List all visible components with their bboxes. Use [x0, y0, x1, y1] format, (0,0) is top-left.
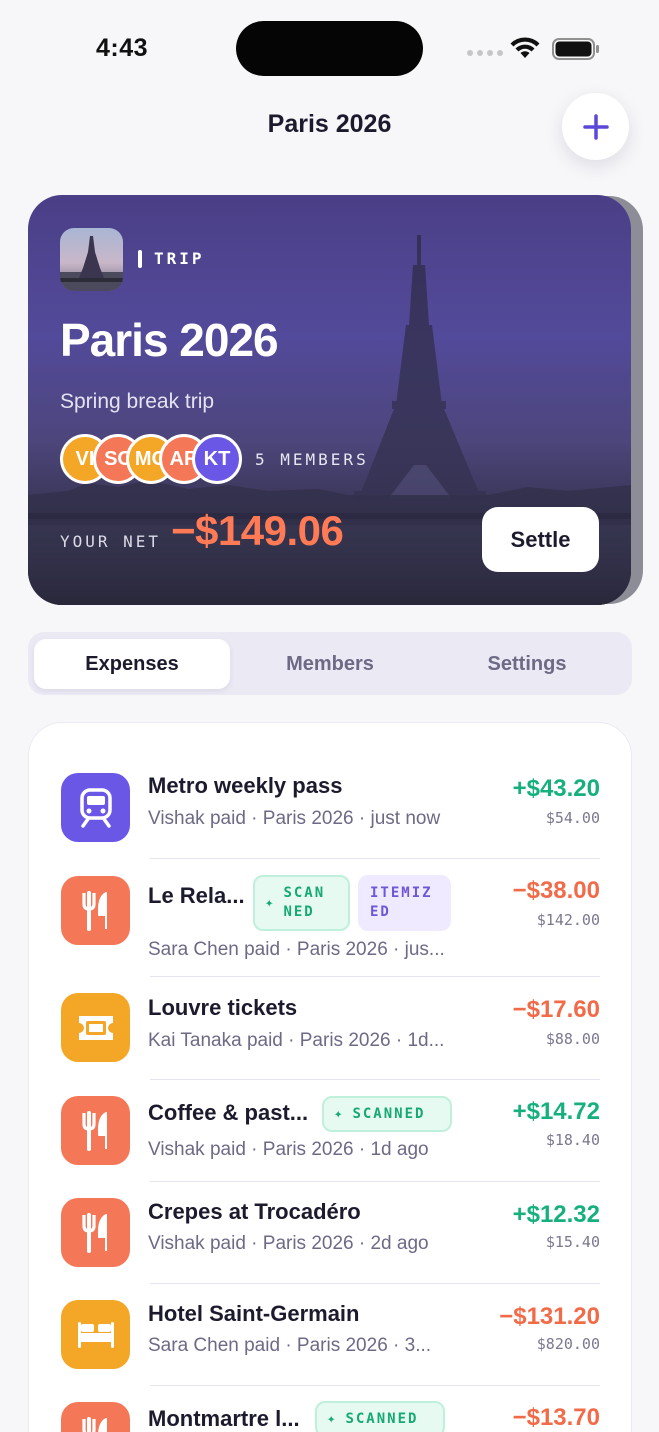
expense-total: $54.00 — [545, 809, 600, 827]
tab-settings[interactable]: Settings — [429, 639, 625, 689]
fork-knife-icon — [61, 1096, 130, 1165]
list-item[interactable]: Le Rela... ✦ SCAN NED ITEMIZ ED Sara Che… — [29, 859, 631, 976]
expense-meta: Vishak paid · Paris 2026 · 2d ago — [148, 1233, 429, 1254]
expense-meta: Sara Chen paid · Paris 2026 · 3... — [148, 1335, 432, 1356]
expense-total: $820.00 — [536, 1335, 600, 1353]
expense-total: $88.00 — [545, 1030, 600, 1048]
scanned-badge: ✦ SCANNED — [315, 1401, 445, 1432]
train-icon — [61, 773, 130, 842]
tab-expenses[interactable]: Expenses — [34, 639, 230, 689]
list-item[interactable]: Hotel Saint-Germain Sara Chen paid · Par… — [29, 1284, 631, 1385]
members-count: 5 MEMBERS — [255, 450, 369, 469]
expense-title: Louvre tickets — [148, 995, 298, 1020]
segmented-tabs: Expenses Members Settings — [28, 632, 632, 695]
fork-knife-icon — [61, 876, 130, 945]
eiffel-tower-thumbnail-icon — [60, 236, 123, 291]
cellular-signal-icon — [467, 50, 503, 56]
expense-total: $142.00 — [536, 911, 600, 929]
list-item[interactable]: Crepes at Trocadéro Vishak paid · Paris … — [29, 1182, 631, 1283]
tab-members[interactable]: Members — [232, 639, 428, 689]
expense-share-amount: +$43.20 — [512, 775, 600, 802]
expense-share-amount: −$131.20 — [499, 1303, 600, 1330]
trip-subtitle: Spring break trip — [60, 390, 215, 413]
expense-meta: Vishak paid · Paris 2026 · 1d ago — [148, 1139, 429, 1160]
sparkle-icon: ✦ — [327, 1410, 338, 1427]
expense-title: Metro weekly pass — [148, 773, 343, 798]
your-net-value: −$149.06 — [171, 507, 344, 554]
trip-cover-thumbnail[interactable] — [60, 228, 123, 291]
add-expense-button[interactable] — [562, 93, 629, 160]
member-avatars[interactable]: VI SC MO AR KT — [60, 434, 250, 484]
expense-title: Coffee & past... — [148, 1100, 309, 1125]
expense-title: Crepes at Trocadéro — [148, 1199, 361, 1224]
scanned-badge-label: SCANNED — [345, 1410, 419, 1427]
list-item[interactable]: Coffee & past... ✦ SCANNED Vishak paid ·… — [29, 1080, 631, 1181]
trip-kind-label: TRIP — [154, 249, 205, 268]
battery-icon — [552, 38, 599, 60]
trip-title: Paris 2026 — [60, 314, 279, 366]
page-title: Paris 2026 — [267, 110, 392, 138]
scanned-badge-label: SCANNED — [352, 1105, 426, 1122]
expense-share-amount: +$12.32 — [512, 1201, 600, 1228]
wifi-icon — [510, 37, 540, 58]
expense-share-amount: +$14.72 — [512, 1098, 600, 1125]
list-item[interactable]: Metro weekly pass Vishak paid · Paris 20… — [29, 723, 631, 858]
status-time: 4:43 — [96, 34, 149, 62]
expense-total: $15.40 — [545, 1233, 600, 1251]
sparkle-icon: ✦ — [334, 1105, 345, 1122]
fork-knife-icon — [61, 1402, 130, 1432]
itemized-badge: ITEMIZ ED — [358, 875, 451, 931]
expense-share-amount: −$17.60 — [512, 996, 600, 1023]
expense-share-amount: −$13.70 — [512, 1404, 600, 1431]
list-item[interactable]: Louvre tickets Kai Tanaka paid · Paris 2… — [29, 977, 631, 1079]
expense-share-amount: −$38.00 — [512, 877, 600, 904]
trip-label-bar — [138, 250, 142, 268]
sparkle-icon: ✦ — [265, 894, 276, 911]
status-bar: 4:43 — [0, 0, 659, 96]
expense-title: Hotel Saint-Germain — [148, 1301, 360, 1326]
trip-hero-card: TRIP Paris 2026 Spring break trip VI SC … — [28, 195, 631, 605]
expense-meta: Sara Chen paid · Paris 2026 · jus... — [148, 939, 445, 960]
expense-title: Le Rela... — [148, 883, 245, 908]
ticket-icon — [61, 993, 130, 1062]
plus-icon — [582, 113, 609, 140]
list-item[interactable]: Montmartre l... ✦ SCANNED −$13.70 — [29, 1386, 631, 1432]
settle-button[interactable]: Settle — [482, 507, 599, 572]
expense-list: Metro weekly pass Vishak paid · Paris 20… — [28, 722, 632, 1432]
expense-meta: Kai Tanaka paid · Paris 2026 · 1d... — [148, 1030, 445, 1051]
bed-icon — [61, 1300, 130, 1369]
expense-meta: Vishak paid · Paris 2026 · just now — [148, 808, 441, 829]
scanned-badge: ✦ SCAN NED — [253, 875, 350, 931]
scanned-badge-label: SCAN NED — [283, 885, 326, 920]
avatar: KT — [192, 434, 242, 484]
expense-total: $18.40 — [545, 1131, 600, 1149]
dynamic-island — [236, 21, 423, 76]
expense-title: Montmartre l... — [148, 1406, 300, 1431]
scanned-badge: ✦ SCANNED — [322, 1096, 452, 1132]
fork-knife-icon — [61, 1198, 130, 1267]
your-net-label: YOUR NET — [60, 532, 162, 551]
